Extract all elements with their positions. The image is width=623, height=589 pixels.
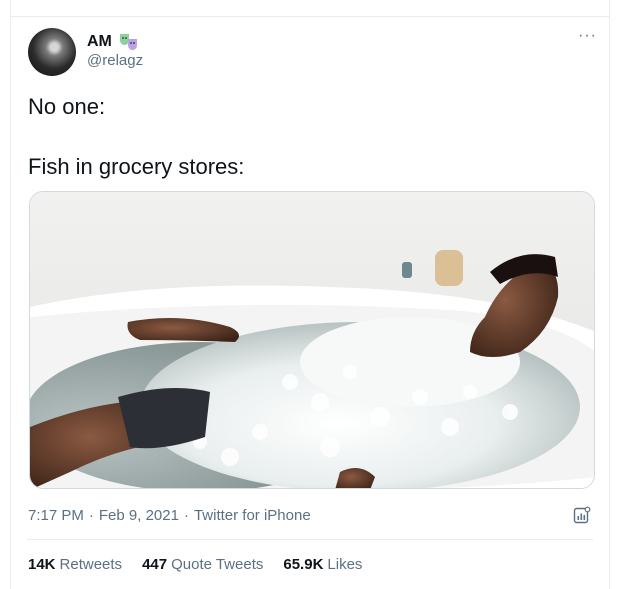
stats-divider bbox=[27, 539, 593, 540]
tweet-card: AM @relagz ··· No one: Fish in grocery s… bbox=[10, 0, 610, 589]
tweet-text-line-1: No one: bbox=[28, 94, 106, 119]
retweets-count: 14K bbox=[28, 556, 56, 573]
retweets-label: Retweets bbox=[59, 556, 123, 573]
user-handle[interactable]: @relagz bbox=[87, 52, 143, 69]
tweet-text-line-2: Fish in grocery stores: bbox=[28, 154, 245, 179]
display-name[interactable]: AM bbox=[87, 33, 112, 51]
likes-stat[interactable]: 65.9K Likes bbox=[283, 556, 362, 573]
quote-tweets-label: Quote Tweets bbox=[171, 556, 264, 573]
avatar[interactable] bbox=[28, 28, 76, 76]
bathtub-ice-photo bbox=[30, 192, 594, 488]
engagement-stats: 14K Retweets 447 Quote Tweets 65.9K Likes bbox=[28, 556, 362, 573]
name-row: AM bbox=[87, 31, 140, 53]
quote-tweets-count: 447 bbox=[142, 556, 168, 573]
top-divider bbox=[11, 16, 609, 17]
retweets-stat[interactable]: 14K Retweets bbox=[28, 556, 122, 573]
more-options-icon[interactable]: ··· bbox=[578, 28, 597, 44]
likes-count: 65.9K bbox=[283, 556, 324, 573]
meta-separator: · bbox=[88, 507, 94, 524]
meta-separator: · bbox=[183, 507, 189, 524]
quote-tweets-stat[interactable]: 447 Quote Tweets bbox=[142, 556, 263, 573]
theater-masks-icon bbox=[119, 34, 137, 50]
tweet-date[interactable]: Feb 9, 2021 bbox=[99, 507, 179, 524]
tweet-source[interactable]: Twitter for iPhone bbox=[194, 507, 311, 524]
tweet-time[interactable]: 7:17 PM bbox=[28, 507, 84, 524]
analytics-icon[interactable] bbox=[573, 506, 591, 524]
likes-label: Likes bbox=[327, 556, 363, 573]
tweet-image[interactable] bbox=[29, 191, 595, 489]
tweet-meta: 7:17 PM · Feb 9, 2021 · Twitter for iPhone bbox=[28, 507, 311, 524]
